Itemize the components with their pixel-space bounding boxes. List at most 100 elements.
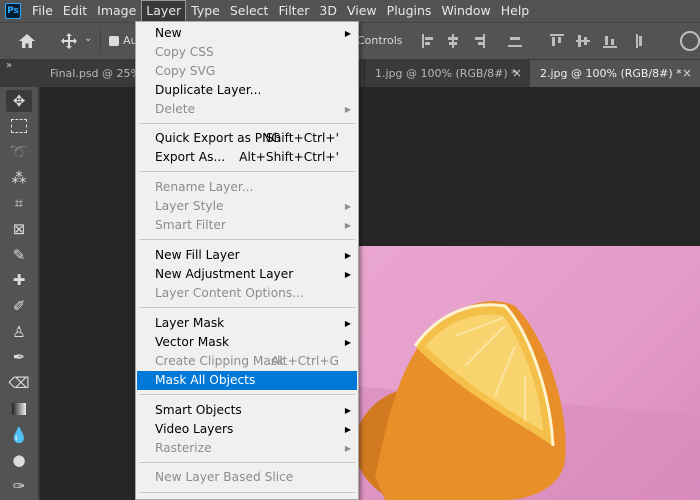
dodge-tool-icon[interactable]: ● xyxy=(6,449,32,471)
extra-options-icon[interactable] xyxy=(680,31,700,51)
tools-panel-header: » xyxy=(0,60,40,87)
menu-item-label: Create Clipping Mask xyxy=(155,354,285,368)
menu-item-label: Smart Filter xyxy=(155,218,226,232)
menu-item-label: New xyxy=(155,26,182,40)
menu-item-label: Copy SVG xyxy=(155,64,216,78)
menu-item-label: New Adjustment Layer xyxy=(155,267,294,281)
layer-menu-dropdown: New ▶ Copy CSS Copy SVG Duplicate Layer..… xyxy=(135,21,359,500)
menu-item-quick-export[interactable]: Quick Export as PNG Shift+Ctrl+' xyxy=(137,129,357,148)
menu-item-copy-css: Copy CSS xyxy=(137,43,357,62)
menu-edit[interactable]: Edit xyxy=(58,0,92,22)
photoshop-logo: Ps xyxy=(5,3,21,19)
menu-item-rasterize: Rasterize ▶ xyxy=(137,439,357,458)
blur-tool-icon[interactable]: 💧 xyxy=(6,424,32,446)
menu-item-new-layer-based-slice: New Layer Based Slice xyxy=(137,468,357,487)
menu-item-mask-all-objects[interactable]: Mask All Objects xyxy=(137,371,357,390)
menu-bar: Ps File Edit Image Layer Type Select Fil… xyxy=(0,0,700,22)
auto-select-checkbox[interactable] xyxy=(109,36,119,46)
close-icon[interactable]: × xyxy=(512,60,522,87)
menu-separator xyxy=(139,462,355,463)
history-brush-tool-icon[interactable]: ✒ xyxy=(6,346,32,368)
menu-item-label: Layer Content Options... xyxy=(155,286,304,300)
stamp-tool-icon[interactable]: ♙ xyxy=(6,321,32,343)
menu-item-label: Copy CSS xyxy=(155,45,214,59)
menu-filter[interactable]: Filter xyxy=(273,0,314,22)
menu-layer[interactable]: Layer xyxy=(141,0,187,22)
transform-controls-label: Controls xyxy=(357,34,403,47)
lasso-tool-icon[interactable]: ➰ xyxy=(6,141,32,163)
menu-window[interactable]: Window xyxy=(436,0,495,22)
crop-tool-icon[interactable]: ⌗ xyxy=(6,192,32,214)
brush-tool-icon[interactable]: ✐ xyxy=(6,295,32,317)
menu-item-label: Export As... xyxy=(155,150,226,164)
submenu-arrow-icon: ▶ xyxy=(344,105,351,114)
menu-item-label: Rasterize xyxy=(155,441,212,455)
menu-item-create-clipping-mask: Create Clipping Mask Alt+Ctrl+G xyxy=(137,352,357,371)
pen-tool-icon[interactable]: ✑ xyxy=(6,475,32,497)
menu-type[interactable]: Type xyxy=(186,0,225,22)
canvas-image xyxy=(355,246,700,500)
eraser-tool-icon[interactable]: ⌫ xyxy=(6,372,32,394)
toolbox: ✥ ➰ ⁂ ⌗ ⊠ ✎ ✚ ✐ ♙ ✒ ⌫ 💧 ● ✑ xyxy=(0,87,40,500)
menu-item-layer-mask[interactable]: Layer Mask ▶ xyxy=(137,314,357,333)
menu-image[interactable]: Image xyxy=(92,0,141,22)
menu-item-label: Layer Mask xyxy=(155,316,225,330)
menu-separator xyxy=(139,394,355,395)
menu-item-vector-mask[interactable]: Vector Mask ▶ xyxy=(137,333,357,352)
menu-item-label: Rename Layer... xyxy=(155,180,254,194)
menu-item-smart-objects[interactable]: Smart Objects ▶ xyxy=(137,401,357,420)
menu-separator xyxy=(139,171,355,172)
submenu-arrow-icon: ▶ xyxy=(344,425,351,434)
menu-separator xyxy=(139,307,355,308)
menu-item-smart-filter: Smart Filter ▶ xyxy=(137,216,357,235)
quick-select-tool-icon[interactable]: ⁂ xyxy=(6,167,32,189)
menu-view[interactable]: View xyxy=(342,0,382,22)
submenu-arrow-icon: ▶ xyxy=(344,444,351,453)
submenu-arrow-icon: ▶ xyxy=(344,406,351,415)
align-icons[interactable] xyxy=(420,33,540,49)
menu-item-label: Layer Style xyxy=(155,199,224,213)
healing-brush-tool-icon[interactable]: ✚ xyxy=(6,269,32,291)
submenu-arrow-icon: ▶ xyxy=(344,319,351,328)
submenu-arrow-icon: ▶ xyxy=(344,202,351,211)
chevron-down-icon[interactable]: ⌄ xyxy=(84,33,92,44)
menu-item-rename-layer: Rename Layer... xyxy=(137,178,357,197)
menu-item-duplicate-layer[interactable]: Duplicate Layer... xyxy=(137,81,357,100)
submenu-arrow-icon: ▶ xyxy=(344,29,351,38)
menu-select[interactable]: Select xyxy=(225,0,274,22)
submenu-arrow-icon: ▶ xyxy=(344,270,351,279)
menu-item-new-adjustment-layer[interactable]: New Adjustment Layer ▶ xyxy=(137,265,357,284)
menu-item-copy-svg: Copy SVG xyxy=(137,62,357,81)
submenu-arrow-icon: ▶ xyxy=(344,221,351,230)
frame-tool-icon[interactable]: ⊠ xyxy=(6,218,32,240)
menu-item-export-as[interactable]: Export As... Alt+Shift+Ctrl+' xyxy=(137,148,357,167)
menu-item-label: New Fill Layer xyxy=(155,248,240,262)
submenu-arrow-icon: ▶ xyxy=(344,251,351,260)
shortcut-label: Shift+Ctrl+' xyxy=(265,131,339,145)
menu-plugins[interactable]: Plugins xyxy=(382,0,437,22)
move-tool-icon[interactable]: ✥ xyxy=(6,90,32,112)
marquee-tool-icon[interactable] xyxy=(6,115,32,137)
menu-file[interactable]: File xyxy=(27,0,58,22)
tab-final-psd[interactable]: Final.psd @ 25% xyxy=(40,60,138,87)
collapse-chevron-icon[interactable]: » xyxy=(6,60,12,71)
tab-1-jpg[interactable]: 1.jpg @ 100% (RGB/8#) * × xyxy=(364,60,530,87)
home-icon[interactable] xyxy=(18,33,36,49)
gradient-tool-icon[interactable] xyxy=(6,398,32,420)
close-icon[interactable]: × xyxy=(682,60,692,87)
tab-2-jpg[interactable]: 2.jpg @ 100% (RGB/8#) * × xyxy=(530,60,700,87)
menu-item-new-fill-layer[interactable]: New Fill Layer ▶ xyxy=(137,246,357,265)
menu-item-label: Quick Export as PNG xyxy=(155,131,281,145)
distribute-icons[interactable] xyxy=(548,33,668,49)
menu-3d[interactable]: 3D xyxy=(314,0,342,22)
move-tool-icon[interactable] xyxy=(60,32,78,50)
menu-item-new[interactable]: New ▶ xyxy=(137,24,357,43)
menu-help[interactable]: Help xyxy=(496,0,535,22)
menu-item-label: Vector Mask xyxy=(155,335,230,349)
menu-item-video-layers[interactable]: Video Layers ▶ xyxy=(137,420,357,439)
menu-item-label: Delete xyxy=(155,102,196,116)
menu-item-label: New Layer Based Slice xyxy=(155,470,294,484)
eyedropper-tool-icon[interactable]: ✎ xyxy=(6,244,32,266)
menu-separator xyxy=(139,492,355,493)
submenu-arrow-icon: ▶ xyxy=(344,338,351,347)
